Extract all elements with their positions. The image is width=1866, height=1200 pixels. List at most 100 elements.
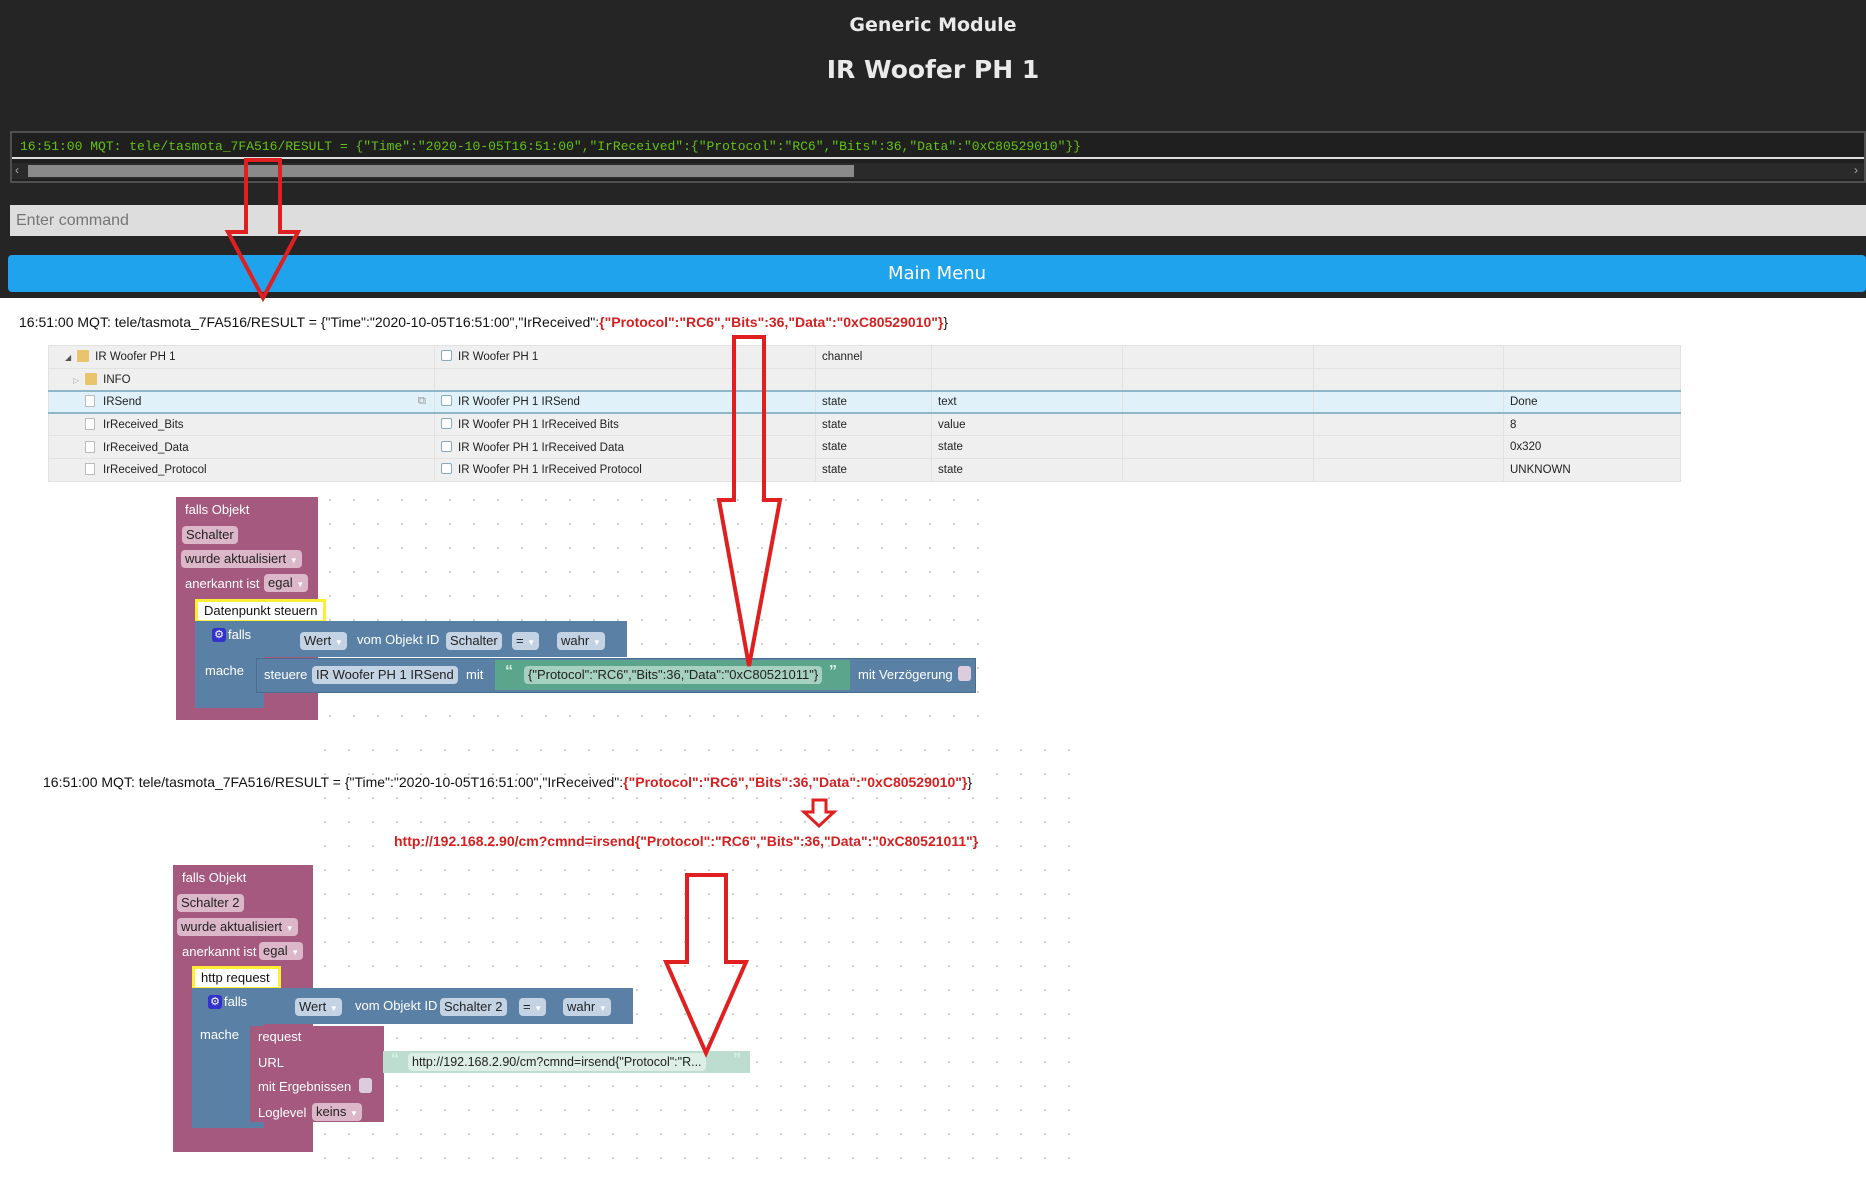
main-menu-button[interactable]: Main Menu	[8, 255, 1866, 292]
object-role: state	[931, 457, 1123, 482]
scrollbar-thumb[interactable]	[28, 165, 854, 177]
event-dropdown[interactable]: wurde aktualisiert ▼	[181, 550, 302, 568]
device-title: IR Woofer PH 1	[826, 55, 1040, 84]
object-type: state	[815, 412, 932, 437]
do-label: mache	[200, 1027, 240, 1042]
dropdown-arrow-icon: ▼	[289, 556, 298, 565]
annotation-mqt-line-1: 16:51:00 MQT: tele/tasmota_7FA516/RESULT…	[19, 314, 948, 330]
copy-icon[interactable]: ⧉	[418, 395, 426, 408]
ack-value: egal	[263, 943, 288, 958]
object-table: ◢ IR Woofer PH 1 IR Woofer PH 1 channel ▷ IN…	[48, 345, 1681, 482]
scroll-left-icon[interactable]: ‹	[15, 163, 19, 177]
dropdown-arrow-icon: ▼	[598, 1004, 607, 1013]
ack-label: anerkannt ist	[182, 944, 257, 959]
dropdown-arrow-icon: ▼	[296, 580, 305, 589]
url-field[interactable]: http://192.168.2.90/cm?cmnd=irsend{"Prot…	[408, 1053, 706, 1071]
target-field[interactable]: IR Woofer PH 1 IRSend	[312, 666, 458, 684]
loglevel-dropdown[interactable]: keins ▼	[312, 1103, 362, 1121]
payload-field[interactable]: {"Protocol":"RC6","Bits":36,"Data":"0xC8…	[524, 666, 823, 684]
do-label: mache	[205, 663, 245, 678]
with-label: mit	[466, 667, 484, 682]
object-id: IR Woofer PH 1	[95, 351, 176, 364]
object-type: state	[815, 457, 932, 482]
table-row[interactable]: IrReceived_Bits IR Woofer PH 1 IrReceived…	[48, 412, 1681, 437]
state-icon	[441, 418, 452, 430]
object-value: UNKNOWN	[1503, 457, 1681, 482]
results-checkbox[interactable]	[359, 1078, 372, 1093]
op-value: =	[523, 999, 531, 1014]
results-label: mit Ergebnissen	[258, 1079, 352, 1094]
object-name: IR Woofer PH 1 IrReceived Data	[458, 441, 624, 454]
if-label: falls	[228, 627, 252, 642]
console-line: 16:51:00 MQT: tele/tasmota_7FA516/RESULT…	[20, 139, 1081, 154]
file-icon	[85, 463, 95, 476]
object-id: IrReceived_Bits	[103, 419, 184, 432]
from-object-label: vom Objekt ID	[355, 998, 438, 1013]
object-id: INFO	[103, 373, 131, 386]
file-icon	[85, 395, 95, 408]
gear-icon[interactable]: ⚙	[212, 628, 226, 642]
expand-icon[interactable]: ◢	[65, 353, 71, 362]
command-input[interactable]	[10, 205, 1866, 236]
mqt-prefix: 16:51:00 MQT: tele/tasmota_7FA516/RESULT…	[43, 774, 624, 790]
dropdown-arrow-icon: ▼	[534, 1004, 543, 1013]
ack-dropdown[interactable]: egal ▼	[264, 574, 309, 592]
cond-object-field[interactable]: Schalter 2	[440, 998, 507, 1016]
delay-checkbox[interactable]	[958, 666, 971, 681]
header: Generic Module IR Woofer PH 1 16:51:00 M…	[0, 0, 1866, 298]
scroll-right-icon[interactable]: ›	[1854, 163, 1858, 177]
object-type: state	[815, 435, 932, 459]
bool-value: wahr	[561, 633, 590, 648]
table-row[interactable]: IrReceived_Data IR Woofer PH 1 IrReceived…	[48, 435, 1681, 459]
object-value: 8	[1503, 412, 1681, 437]
blockly-workspace-2[interactable]	[313, 738, 1083, 1178]
channel-icon	[441, 350, 452, 362]
object-role: text	[931, 389, 1123, 415]
object-id: IRSend	[103, 396, 142, 409]
value-dropdown[interactable]: Wert ▼	[295, 998, 342, 1016]
ack-dropdown[interactable]: egal ▼	[259, 942, 304, 960]
delay-label: mit Verzögerung	[858, 667, 953, 682]
table-row[interactable]: ▷ INFO	[48, 367, 1681, 392]
mqt-highlight: {"Protocol":"RC6","Bits":36,"Data":"0xC8…	[599, 314, 944, 330]
table-row[interactable]: IRSend ⧉ IR Woofer PH 1 IRSend state text Don…	[48, 389, 1681, 415]
block-comment[interactable]: Datenpunkt steuern	[195, 599, 326, 623]
block-comment[interactable]: http request	[192, 966, 281, 990]
loglevel-value: keins	[316, 1104, 347, 1119]
dropdown-arrow-icon: ▼	[334, 638, 343, 647]
folder-icon	[77, 350, 90, 363]
collapse-icon[interactable]: ▷	[73, 376, 79, 385]
value-dropdown[interactable]: Wert ▼	[300, 632, 347, 650]
dropdown-arrow-icon: ▼	[285, 924, 294, 933]
open-quote-icon: “	[505, 663, 513, 680]
bool-dropdown[interactable]: wahr ▼	[563, 998, 611, 1016]
mqt-suffix: }	[967, 774, 973, 790]
object-name: IR Woofer PH 1 IRSend	[458, 396, 580, 409]
object-type: state	[815, 389, 932, 415]
gear-icon[interactable]: ⚙	[208, 995, 222, 1009]
operator-dropdown[interactable]: = ▼	[512, 632, 540, 650]
object-field[interactable]: Schalter 2	[177, 894, 244, 912]
event-value: wurde aktualisiert	[185, 551, 287, 566]
table-row[interactable]: ◢ IR Woofer PH 1 IR Woofer PH 1 channel	[48, 345, 1681, 369]
event-value: wurde aktualisiert	[181, 919, 283, 934]
dropdown-arrow-icon: ▼	[291, 948, 300, 957]
object-field[interactable]: Schalter	[182, 526, 238, 544]
request-label: request	[258, 1029, 302, 1044]
trigger-label: falls Objekt	[182, 870, 247, 885]
url-label: URL	[258, 1055, 285, 1070]
cond-object-field[interactable]: Schalter	[446, 632, 502, 650]
dropdown-arrow-icon: ▼	[329, 1004, 338, 1013]
folder-icon	[85, 372, 98, 385]
if-label: falls	[224, 994, 248, 1009]
operator-dropdown[interactable]: = ▼	[519, 998, 547, 1016]
event-dropdown[interactable]: wurde aktualisiert ▼	[177, 918, 298, 936]
module-title: Generic Module	[849, 14, 1017, 36]
dropdown-arrow-icon: ▼	[527, 638, 536, 647]
table-row[interactable]: IrReceived_Protocol IR Woofer PH 1 IrRece…	[48, 457, 1681, 482]
mqt-prefix: 16:51:00 MQT: tele/tasmota_7FA516/RESULT…	[19, 314, 600, 330]
op-value: =	[516, 633, 524, 648]
from-object-label: vom Objekt ID	[357, 632, 440, 647]
horizontal-scrollbar[interactable]: ‹ ›	[12, 163, 1864, 179]
bool-dropdown[interactable]: wahr ▼	[557, 632, 605, 650]
